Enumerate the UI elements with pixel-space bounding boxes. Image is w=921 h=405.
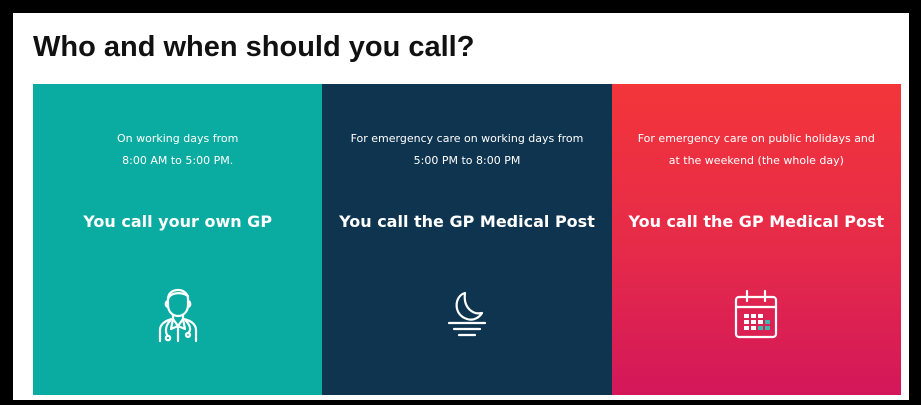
panel-cta: You call your own GP bbox=[83, 212, 273, 231]
calendar-icon bbox=[726, 279, 786, 343]
panel-cta: You call the GP Medical Post bbox=[628, 212, 885, 231]
moon-night-icon bbox=[437, 279, 497, 343]
panel-intro: For emergency care on working days from … bbox=[332, 128, 601, 172]
panel-intro-line: at the weekend (the whole day) bbox=[668, 154, 844, 167]
panel-intro-line: For emergency care on working days from bbox=[350, 132, 584, 145]
panel-intro-line: On working days from bbox=[117, 132, 239, 145]
panel-working-hours: On working days from 8:00 AM to 5:00 PM.… bbox=[33, 84, 323, 395]
panel-intro-line: 8:00 AM to 5:00 PM. bbox=[122, 154, 234, 167]
page-title: Who and when should you call? bbox=[33, 31, 475, 63]
panel-evening-hours: For emergency care on working days from … bbox=[322, 84, 612, 395]
panel-intro-line: For emergency care on public holidays an… bbox=[637, 132, 875, 145]
panel-intro: For emergency care on public holidays an… bbox=[622, 128, 891, 172]
call-options: On working days from 8:00 AM to 5:00 PM.… bbox=[33, 84, 901, 395]
panel-intro: On working days from 8:00 AM to 5:00 PM. bbox=[43, 128, 312, 172]
panel-cta: You call the GP Medical Post bbox=[339, 212, 595, 231]
content-frame: Who and when should you call? On working… bbox=[13, 13, 909, 400]
panel-weekend-holidays: For emergency care on public holidays an… bbox=[611, 84, 901, 395]
panel-intro-line: 5:00 PM to 8:00 PM bbox=[413, 154, 521, 167]
doctor-icon bbox=[148, 279, 208, 343]
